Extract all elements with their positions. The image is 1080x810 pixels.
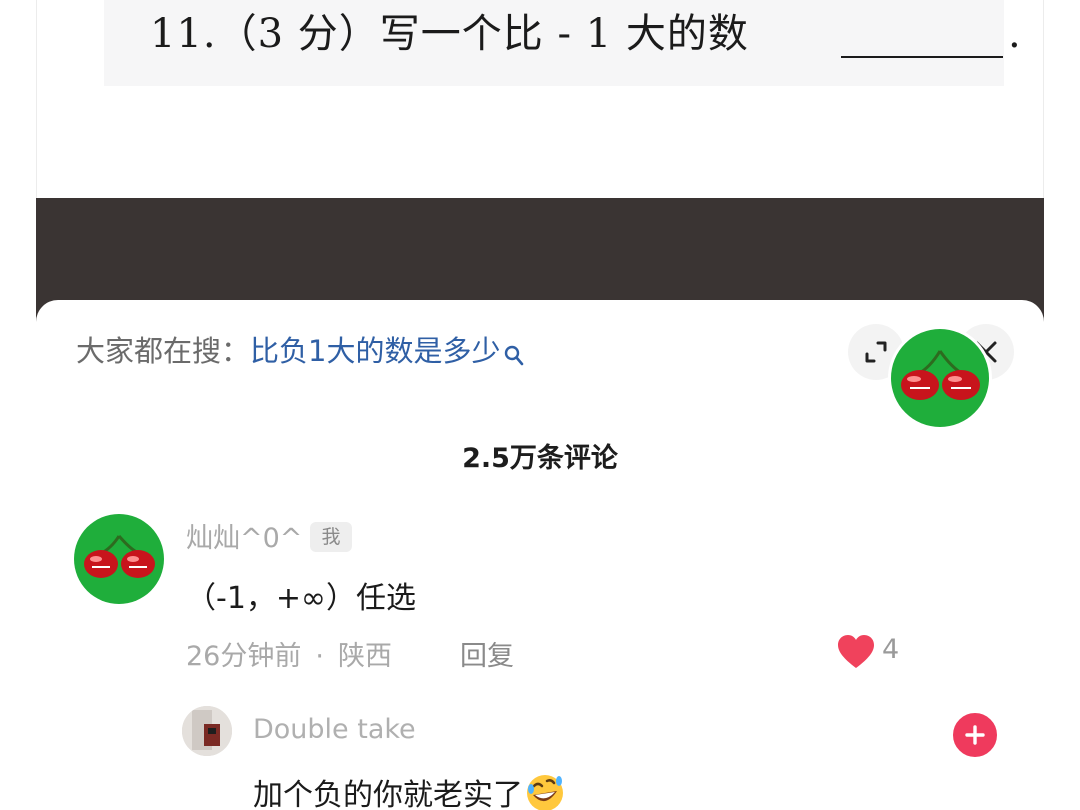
reply-username[interactable]: Double take [253,714,416,745]
comment-count: 2.5万条评论 [462,443,618,474]
comment-meta: 26分钟前 · 陕西 [186,634,392,673]
heart-icon[interactable] [836,634,876,670]
reply-button[interactable]: 回复 [460,634,514,673]
meta-separator: · [315,641,324,672]
creator-avatar[interactable] [888,326,992,430]
comment-time: 26分钟前 [186,641,302,672]
search-suggestion[interactable]: 大家都在搜：比负1大的数是多少 [76,326,524,376]
reply-avatar[interactable] [182,706,232,756]
search-prefix: 大家都在搜： [76,334,251,368]
comment-location: 陕西 [337,641,392,672]
expand-icon [865,341,887,363]
comment-username[interactable]: 灿灿^0^ [186,516,302,555]
like-count: 4 [882,634,900,665]
follow-button[interactable] [950,710,1000,760]
question-period: . [1008,11,1021,57]
search-icon [504,332,524,366]
avatar[interactable] [74,514,164,604]
plus-icon [965,725,985,745]
answer-blank [841,56,1003,58]
question-text: 11.（3 分）写一个比 - 1 大的数 [150,11,749,57]
reply-text: 加个负的你就老实了 [253,770,565,810]
search-query-link[interactable]: 比负1大的数是多少 [250,334,500,368]
screen: 11.（3 分）写一个比 - 1 大的数 . 大家都在搜：比负1大的数是多少 2… [0,0,1080,810]
me-badge: 我 [310,522,352,552]
reply-text-content: 加个负的你就老实了 [253,778,523,810]
comment-text: （-1，+∞）任选 [186,581,417,616]
rolling-on-floor-laughing-emoji [525,773,565,810]
